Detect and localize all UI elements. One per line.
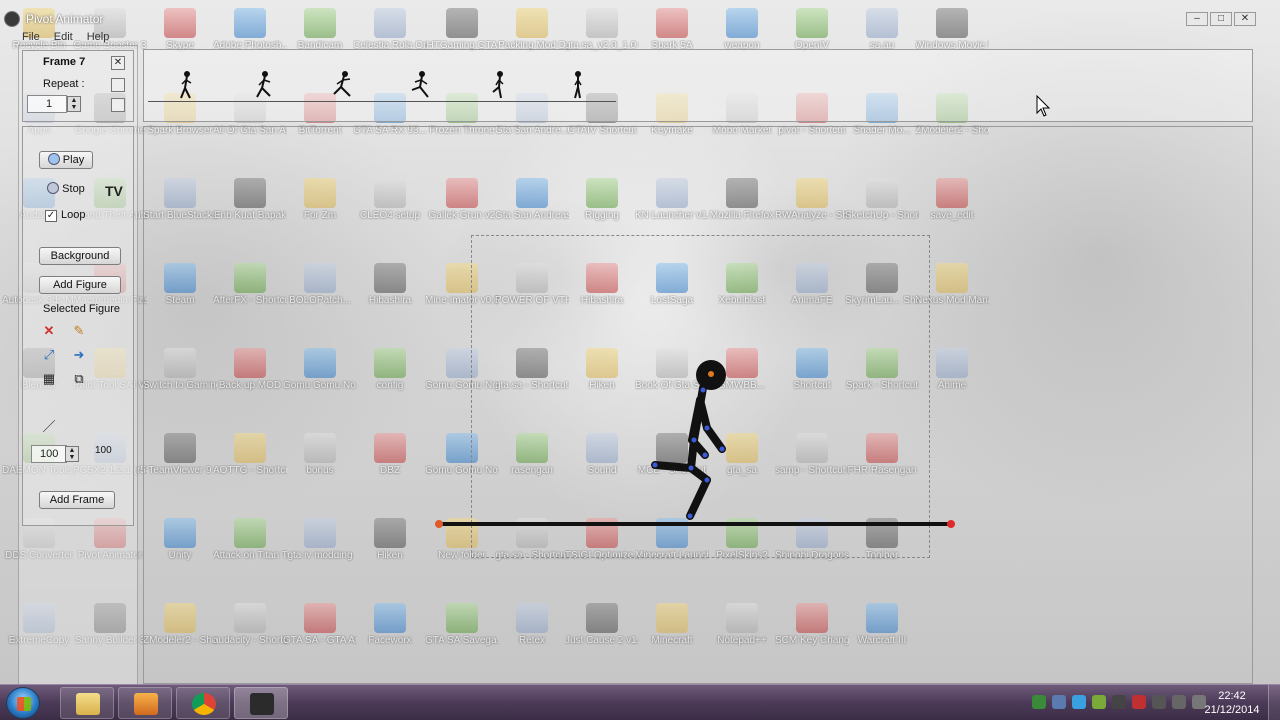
pivot-icon	[250, 693, 274, 715]
tray-display-icon[interactable]	[1172, 695, 1186, 709]
media-player-icon	[134, 693, 158, 715]
show-desktop-button[interactable]	[1268, 685, 1280, 720]
taskbar-explorer[interactable]	[60, 687, 114, 719]
tray-network-icon[interactable]	[1092, 695, 1106, 709]
start-button[interactable]	[6, 687, 40, 719]
taskbar-chrome[interactable]	[176, 687, 230, 719]
stick-figure-layer	[435, 94, 1051, 528]
figure-center-handle[interactable]	[708, 371, 714, 377]
tray-flag-icon[interactable]	[1152, 695, 1166, 709]
taskbar-pivot[interactable]	[234, 687, 288, 719]
windows-logo-icon	[17, 697, 31, 711]
stick-figure[interactable]	[651, 384, 726, 520]
clock-date: 21/12/2014	[1204, 704, 1260, 716]
tray-monitor-icon[interactable]	[1052, 695, 1066, 709]
chrome-icon	[192, 693, 216, 715]
tray-record-icon[interactable]	[1132, 695, 1146, 709]
system-tray	[1032, 695, 1206, 709]
clock-time: 22:42	[1218, 690, 1246, 702]
ground-handle-right-icon[interactable]	[947, 520, 955, 528]
taskbar: 22:42 21/12/2014	[0, 684, 1280, 720]
tray-skype-icon[interactable]	[1072, 695, 1086, 709]
taskbar-media-player[interactable]	[118, 687, 172, 719]
tray-bandicam-icon[interactable]	[1112, 695, 1126, 709]
mouse-cursor-icon	[1036, 94, 1051, 117]
folder-icon	[76, 693, 100, 715]
clock[interactable]: 22:42 21/12/2014	[1204, 689, 1260, 717]
figure-joint-handles[interactable]	[652, 387, 725, 519]
tray-app-icon[interactable]	[1032, 695, 1046, 709]
ground-handle-left-icon[interactable]	[435, 520, 443, 528]
